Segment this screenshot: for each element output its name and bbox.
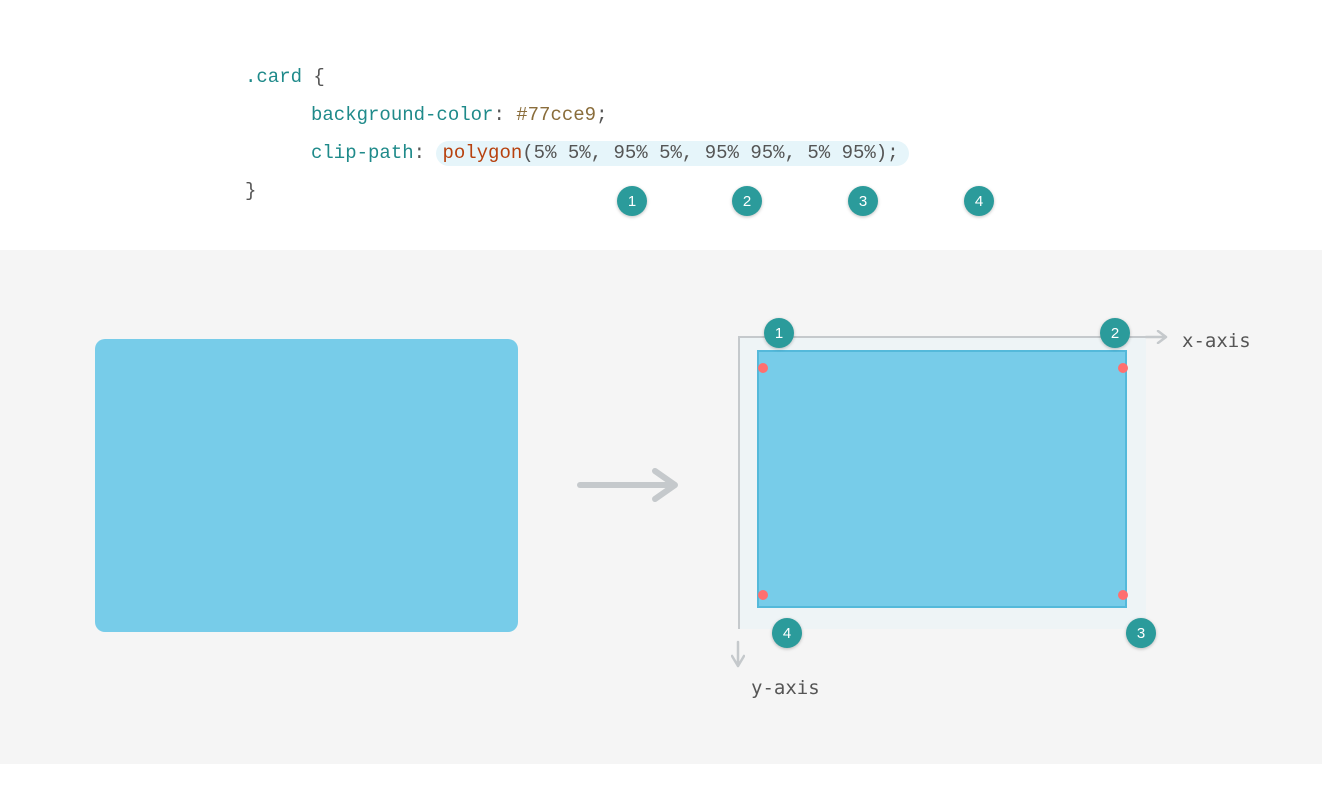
diagram-section: x-axis y-axis 1 2 3 4 [0, 250, 1322, 764]
original-card [95, 339, 518, 632]
code-badge-1: 1 [617, 186, 647, 216]
corner-badge-3: 3 [1126, 618, 1156, 648]
y-axis-arrow-icon [731, 336, 745, 674]
code-badge-3: 3 [848, 186, 878, 216]
transform-arrow-icon [575, 465, 685, 505]
corner-badge-4: 4 [772, 618, 802, 648]
x-axis-label: x-axis [1182, 330, 1251, 352]
corner-dot-4 [758, 590, 768, 600]
code-badges-row: 1 2 3 4 [0, 0, 1322, 250]
corner-dot-2 [1118, 363, 1128, 373]
corner-badge-2: 2 [1100, 318, 1130, 348]
y-axis-label: y-axis [751, 677, 820, 699]
code-badge-2: 2 [732, 186, 762, 216]
corner-badge-1: 1 [764, 318, 794, 348]
code-badge-4: 4 [964, 186, 994, 216]
code-section: .card { background-color: #77cce9; clip-… [0, 0, 1322, 250]
corner-dot-1 [758, 363, 768, 373]
clipped-card [757, 350, 1127, 608]
corner-dot-3 [1118, 590, 1128, 600]
